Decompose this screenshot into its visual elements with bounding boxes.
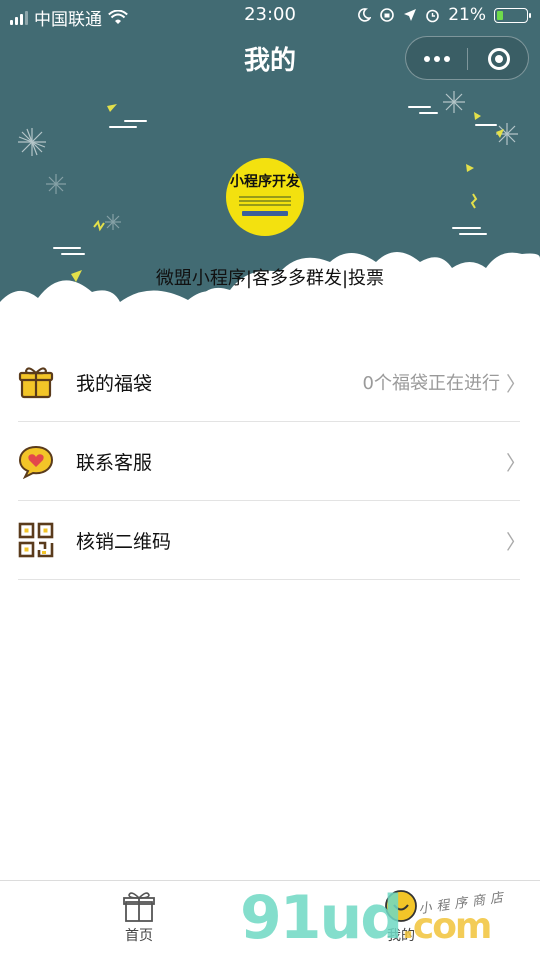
status-bar: 中国联通 23:00 21% (0, 0, 540, 30)
chevron-right-icon: 〉 (506, 371, 526, 396)
chevron-right-icon: 〉 (506, 450, 526, 475)
menu-item-contact-service[interactable]: 联系客服 〉 (18, 422, 526, 501)
miniprogram-close-icon[interactable] (468, 37, 530, 81)
menu-item-label: 联系客服 (76, 451, 153, 474)
account-name: 微盟小程序|客多多群发|投票 (155, 268, 385, 289)
menu-item-label: 核销二维码 (76, 530, 172, 553)
rotation-lock-icon (380, 8, 395, 22)
moon-icon (358, 8, 372, 22)
menu-item-label: 我的福袋 (76, 372, 153, 395)
logo-bar (242, 211, 288, 216)
chevron-right-icon: 〉 (506, 529, 526, 554)
logo-details (239, 194, 291, 208)
gift-bag-icon (18, 364, 54, 400)
battery-icon (494, 7, 531, 23)
heart-chat-icon (18, 443, 54, 479)
tab-home[interactable]: 首页 (94, 881, 184, 961)
location-icon (404, 9, 417, 21)
miniprogram-capsule (405, 36, 529, 80)
menu-item-value: 0个福袋正在进行 (362, 373, 500, 394)
profile-logo: 小程序开发 (226, 158, 304, 236)
menu-item-lucky-bag[interactable]: 我的福袋 0个福袋正在进行 〉 (18, 343, 526, 422)
battery-percent: 21% (448, 5, 486, 25)
battery-fill (497, 10, 503, 20)
status-right: 21% (357, 5, 531, 25)
watermark-text: 91ud (240, 883, 403, 953)
tab-home-label: 首页 (125, 928, 153, 944)
menu-list: 我的福袋 0个福袋正在进行 〉 联系客服 〉 核销二维码 〉 (18, 343, 526, 580)
alarm-icon (426, 9, 440, 22)
more-dots-icon[interactable] (406, 37, 467, 81)
qr-code-icon (18, 522, 54, 558)
menu-item-verify-qrcode[interactable]: 核销二维码 〉 (18, 501, 526, 580)
gift-box-tab-icon (122, 889, 156, 923)
logo-text: 小程序开发 (230, 174, 300, 190)
